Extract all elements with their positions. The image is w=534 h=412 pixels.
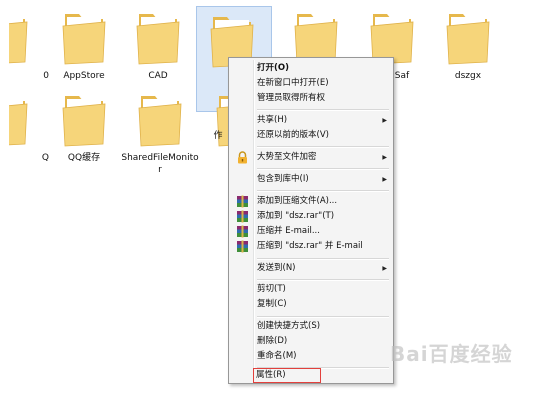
menu-item-open-new-window[interactable]: 在新窗口中打开(E) [231, 76, 391, 91]
submenu-arrow-icon: ▶ [382, 265, 387, 272]
menu-separator [257, 316, 389, 318]
menu-item-file-encrypt[interactable]: 大势至文件加密 ▶ [231, 150, 391, 165]
submenu-arrow-icon: ▶ [382, 176, 387, 183]
folder-item[interactable]: QQ缓存 [41, 86, 127, 196]
folder-icon [446, 14, 490, 65]
folder-icon [136, 14, 180, 65]
menu-item-include-library[interactable]: 包含到库中(I) ▶ [231, 172, 391, 187]
submenu-arrow-icon: ▶ [382, 117, 387, 124]
menu-separator [257, 146, 389, 148]
folder-icon [62, 96, 106, 147]
folder-label: QQ缓存 [67, 153, 101, 163]
folder-label: SharedFileMonitor [121, 153, 199, 175]
menu-item-add-to-rar[interactable]: 添加到 "dsz.rar"(T) [231, 209, 391, 224]
winrar-icon [237, 210, 248, 223]
folder-item[interactable]: dszgx [425, 4, 511, 114]
menu-item-compress-email[interactable]: 压缩并 E-mail... [231, 224, 391, 239]
menu-separator [257, 258, 389, 260]
context-menu: 打开(O) 在新窗口中打开(E) 管理员取得所有权 共享(H) ▶ 还原以前的版… [228, 57, 394, 384]
menu-item-create-shortcut[interactable]: 创建快捷方式(S) [231, 319, 391, 334]
menu-item-send-to[interactable]: 发送到(N) ▶ [231, 261, 391, 276]
menu-separator [257, 190, 389, 192]
menu-item-restore-versions[interactable]: 还原以前的版本(V) [231, 128, 391, 143]
winrar-icon [237, 195, 248, 208]
folder-icon [62, 14, 106, 65]
folder-label: CAD [148, 71, 168, 81]
folder-icon [9, 17, 28, 64]
watermark: Bai百度经验 [390, 342, 513, 366]
winrar-icon [237, 225, 248, 238]
folder-label: dszgx [454, 71, 482, 81]
menu-item-cut[interactable]: 剪切(T) [231, 282, 391, 297]
folder-icon [9, 99, 28, 146]
menu-item-compress-rar-email[interactable]: 压缩到 "dsz.rar" 并 E-mail [231, 239, 391, 254]
winrar-icon [237, 240, 248, 253]
menu-separator [257, 168, 389, 170]
menu-item-share[interactable]: 共享(H) ▶ [231, 113, 391, 128]
menu-item-add-archive[interactable]: 添加到压缩文件(A)... [231, 194, 391, 209]
menu-item-rename[interactable]: 重命名(M) [231, 349, 391, 364]
lock-icon [238, 151, 247, 164]
menu-item-take-ownership[interactable]: 管理员取得所有权 [231, 91, 391, 106]
menu-item-properties[interactable]: 属性(R) [253, 368, 321, 383]
menu-item-copy[interactable]: 复制(C) [231, 297, 391, 312]
menu-item-delete[interactable]: 删除(D) [231, 334, 391, 349]
menu-item-open[interactable]: 打开(O) [231, 61, 391, 76]
menu-separator [257, 279, 389, 281]
submenu-arrow-icon: ▶ [382, 154, 387, 161]
menu-separator [257, 109, 389, 111]
